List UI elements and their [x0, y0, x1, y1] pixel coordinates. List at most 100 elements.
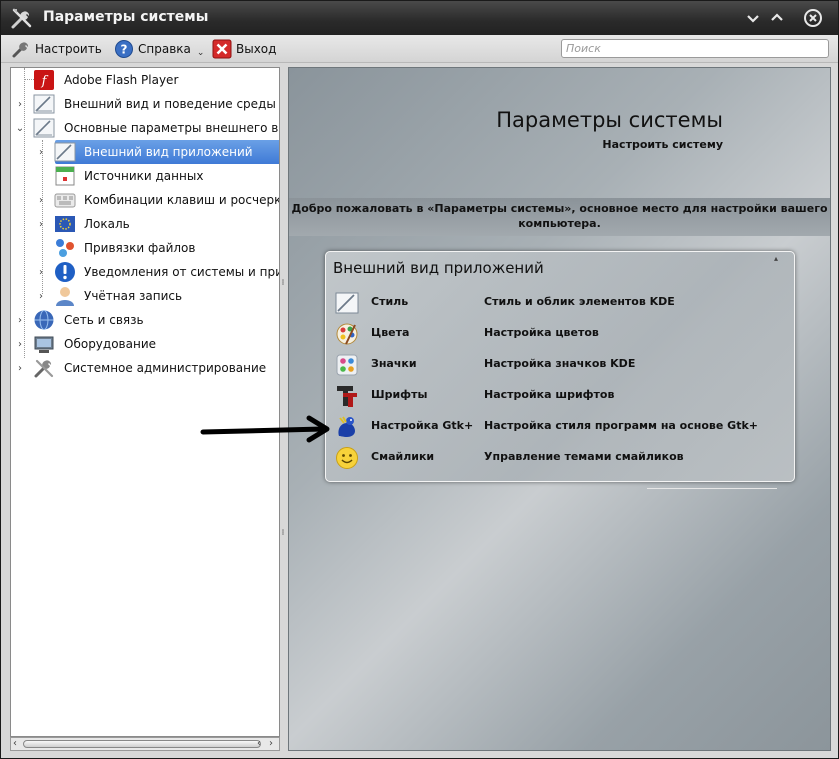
smiley-icon — [336, 447, 358, 469]
expand-arrow-icon[interactable]: › — [15, 99, 25, 110]
style-icon — [335, 292, 359, 314]
exit-icon — [212, 39, 232, 59]
help-button[interactable]: ? Справка ⌄ — [114, 38, 204, 60]
module-fonts[interactable]: Шрифты Настройка шрифтов — [326, 380, 794, 410]
welcome-banner: Добро пожаловать в «Параметры системы», … — [289, 198, 830, 236]
system-settings-window: Параметры системы Настроить ? Справка ⌄ … — [0, 0, 839, 759]
tree-item-workspace-appearance[interactable]: › Внешний вид и поведение среды раб — [11, 92, 279, 116]
category-tree[interactable]: f Adobe Flash Player › Внешний вид и пов… — [10, 67, 280, 737]
tree-item-label: Adobe Flash Player — [64, 73, 179, 87]
module-name: Значки — [371, 357, 417, 370]
chevron-down-icon[interactable]: ⌄ — [197, 48, 205, 58]
help-icon: ? — [115, 40, 133, 58]
tree-item-label: Системное администрирование — [64, 361, 267, 375]
tree-item-account[interactable]: › Учётная запись — [11, 284, 279, 308]
tree-item-label: Оборудование — [64, 337, 156, 351]
app-style-icon — [54, 142, 76, 162]
module-description: Настройка значков KDE — [484, 357, 636, 370]
tree-item-label: Локаль — [84, 217, 130, 231]
file-assoc-icon — [56, 239, 74, 257]
fonts-icon — [337, 386, 357, 407]
page-subtitle: Настроить систему — [602, 138, 723, 151]
tree-item-label: Комбинации клавиш и росчерки — [84, 193, 280, 207]
scroll-left-icon[interactable]: ‹ — [257, 738, 261, 749]
tree-item-hardware[interactable]: › Оборудование — [11, 332, 279, 356]
admin-icon — [34, 359, 54, 378]
module-description: Настройка шрифтов — [484, 388, 615, 401]
tree-item-label: Источники данных — [84, 169, 204, 183]
expand-arrow-icon[interactable]: › — [36, 291, 46, 302]
exit-button[interactable]: Выход — [212, 38, 276, 60]
tree-item-system-admin[interactable]: › Системное администрирование — [11, 356, 279, 380]
svg-text:?: ? — [121, 43, 128, 57]
tree-item-label: Уведомления от системы и прилож — [84, 265, 279, 279]
annotation-arrow-icon — [200, 415, 330, 443]
tree-item-label: Привязки файлов — [84, 241, 196, 255]
expand-arrow-icon[interactable]: › — [15, 315, 25, 326]
colors-icon — [336, 323, 358, 345]
tree-item-notifications[interactable]: › Уведомления от системы и прилож — [11, 260, 279, 284]
scrollbar-thumb[interactable] — [23, 740, 261, 748]
wrench-icon — [12, 42, 29, 58]
tree-item-flash[interactable]: f Adobe Flash Player — [11, 68, 279, 92]
appearance-icon — [33, 94, 55, 114]
help-label: Справка — [138, 42, 191, 56]
tree-item-file-associations[interactable]: Привязки файлов — [11, 236, 279, 260]
module-style[interactable]: Стиль Стиль и облик элементов KDE — [326, 287, 794, 317]
page-title: Параметры системы — [496, 108, 723, 132]
splitter-handle-icon[interactable] — [281, 279, 285, 285]
calendar-icon — [55, 166, 75, 186]
expand-arrow-icon[interactable]: › — [36, 147, 46, 158]
tree-item-shortcuts[interactable]: › Комбинации клавиш и росчерки — [11, 188, 279, 212]
module-icons[interactable]: Значки Настройка значков KDE — [326, 349, 794, 379]
tools-icon — [11, 8, 32, 29]
expand-arrow-icon[interactable]: › — [36, 267, 46, 278]
card-title: Внешний вид приложений — [333, 259, 544, 277]
icons-icon — [336, 354, 358, 376]
titlebar[interactable]: Параметры системы — [1, 1, 838, 35]
maximize-icon[interactable] — [767, 8, 787, 28]
tree-item-data-sources[interactable]: Источники данных — [11, 164, 279, 188]
window-title: Параметры системы — [43, 9, 209, 25]
hardware-icon — [34, 336, 54, 353]
module-description: Настройка стиля программ на основе Gtk+ — [484, 419, 758, 432]
expand-arrow-icon[interactable]: › — [15, 339, 25, 350]
tree-item-label: Сеть и связь — [64, 313, 144, 327]
module-colors[interactable]: Цвета Настройка цветов — [326, 318, 794, 348]
locale-icon — [55, 216, 75, 232]
notification-icon — [55, 262, 75, 282]
scroll-right-icon[interactable]: › — [269, 738, 273, 749]
module-name: Настройка Gtk+ — [371, 419, 474, 432]
search-input[interactable] — [561, 39, 829, 58]
horizontal-scrollbar[interactable]: ‹ ‹ › — [10, 737, 280, 751]
keyboard-icon — [54, 193, 76, 208]
tree-item-network[interactable]: › Сеть и связь — [11, 308, 279, 332]
scroll-left-icon[interactable]: ‹ — [13, 738, 17, 749]
expand-arrow-icon[interactable]: › — [36, 219, 46, 230]
tree-item-locale[interactable]: › Локаль — [11, 212, 279, 236]
tree-item-label: Внешний вид и поведение среды раб — [64, 97, 280, 111]
decorative-line — [647, 488, 777, 489]
welcome-text-line1: Добро пожаловать в «Параметры системы», … — [291, 202, 828, 215]
expand-arrow-icon[interactable]: › — [36, 195, 46, 206]
user-icon — [56, 287, 74, 306]
close-icon[interactable] — [803, 8, 823, 28]
expand-arrow-icon[interactable]: › — [15, 363, 25, 374]
minimize-icon[interactable] — [743, 8, 763, 28]
configure-label: Настроить — [35, 42, 102, 56]
tree-item-application-appearance[interactable]: › Внешний вид приложений — [11, 140, 279, 164]
toolbar: Настроить ? Справка ⌄ Выход — [1, 35, 838, 63]
module-emoticons[interactable]: Смайлики Управление темами смайликов — [326, 442, 794, 472]
module-description: Стиль и облик элементов KDE — [484, 295, 675, 308]
tree-item-label: Внешний вид приложений — [84, 145, 253, 159]
configure-button[interactable]: Настроить — [11, 38, 102, 60]
splitter-handle-icon[interactable] — [281, 529, 285, 535]
module-description: Управление темами смайликов — [484, 450, 684, 463]
tree-item-common-appearance[interactable]: ⌄ Основные параметры внешнего вида — [11, 116, 279, 140]
content-panel: Параметры системы Настроить систему Добр… — [288, 67, 831, 751]
collapse-arrow-icon[interactable]: ⌄ — [15, 123, 25, 134]
module-description: Настройка цветов — [484, 326, 599, 339]
module-name: Цвета — [371, 326, 410, 339]
exit-label: Выход — [236, 42, 277, 56]
module-gtk[interactable]: Настройка Gtk+ Настройка стиля программ … — [326, 411, 794, 441]
